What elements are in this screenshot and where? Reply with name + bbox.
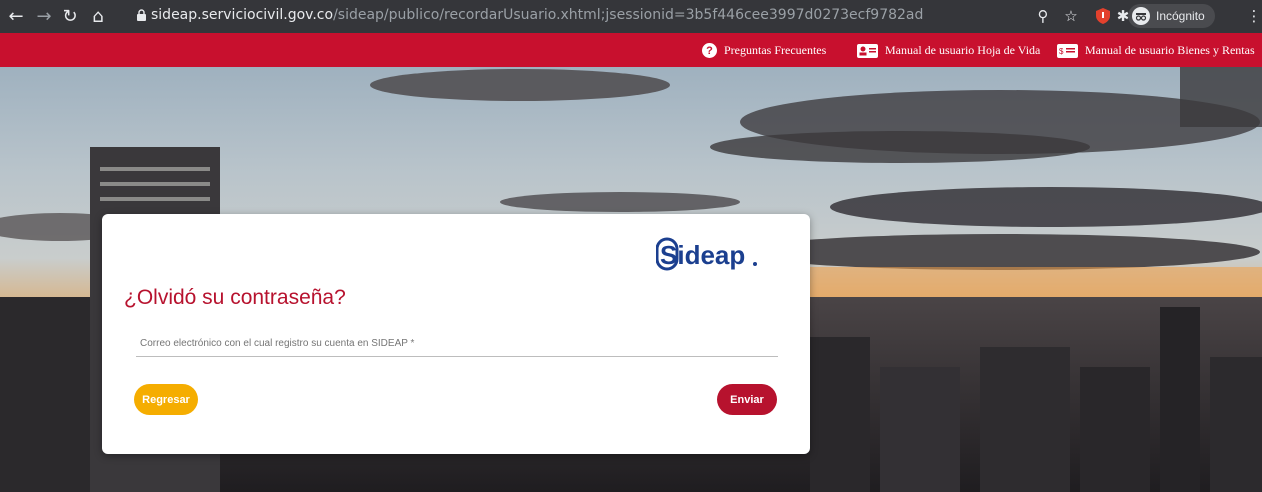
id-card-icon	[857, 43, 878, 58]
nav-manual-cv[interactable]: Manual de usuario Hoja de Vida	[857, 43, 1040, 58]
question-icon: ?	[702, 43, 717, 58]
url-path: /sideap/publico/recordarUsuario.xhtml;js…	[333, 7, 924, 23]
browser-toolbar: ← → ↻ ⌂ sideap.serviciocivil.gov.co/side…	[0, 0, 1262, 33]
nav-faq-label: Preguntas Frecuentes	[724, 43, 827, 57]
svg-text:Sideap: Sideap	[660, 240, 745, 270]
star-icon[interactable]: ☆	[1060, 5, 1082, 27]
incognito-icon	[1132, 7, 1150, 25]
back-button[interactable]: Regresar	[134, 384, 198, 415]
password-recovery-card: Sideap ¿Olvidó su contraseña? Correo ele…	[102, 214, 810, 454]
url-host: sideap.serviciocivil.gov.co	[151, 7, 334, 23]
nav-manual-assets-label: Manual de usuario Bienes y Rentas	[1085, 43, 1255, 57]
extension-shield-icon[interactable]	[1092, 5, 1114, 27]
incognito-label: Incógnito	[1156, 9, 1205, 23]
forward-arrow-icon[interactable]: →	[32, 4, 56, 28]
menu-dots-icon[interactable]: ⋮	[1247, 5, 1262, 27]
nav-manual-cv-label: Manual de usuario Hoja de Vida	[885, 43, 1041, 57]
svg-text:$: $	[1059, 47, 1064, 56]
sideap-logo: Sideap	[655, 236, 760, 277]
zoom-icon[interactable]: ⚲	[1032, 5, 1054, 27]
email-field[interactable]	[136, 356, 778, 357]
page-title: ¿Olvidó su contraseña?	[124, 286, 346, 309]
send-button[interactable]: Enviar	[717, 384, 777, 415]
email-field-label: Correo electrónico con el cual registro …	[140, 338, 415, 349]
nav-faq[interactable]: ? Preguntas Frecuentes	[702, 43, 826, 58]
reload-icon[interactable]: ↻	[58, 4, 82, 28]
back-arrow-icon[interactable]: ←	[4, 4, 28, 28]
lock-icon	[137, 9, 146, 21]
nav-manual-assets[interactable]: $ Manual de usuario Bienes y Rentas	[1057, 43, 1255, 58]
url-text: sideap.serviciocivil.gov.co/sideap/publi…	[151, 7, 923, 23]
home-icon[interactable]: ⌂	[86, 4, 110, 28]
money-card-icon: $	[1057, 43, 1078, 58]
site-topbar: ? Preguntas Frecuentes Manual de usuario…	[0, 33, 1262, 67]
incognito-badge[interactable]: Incógnito	[1128, 4, 1215, 28]
